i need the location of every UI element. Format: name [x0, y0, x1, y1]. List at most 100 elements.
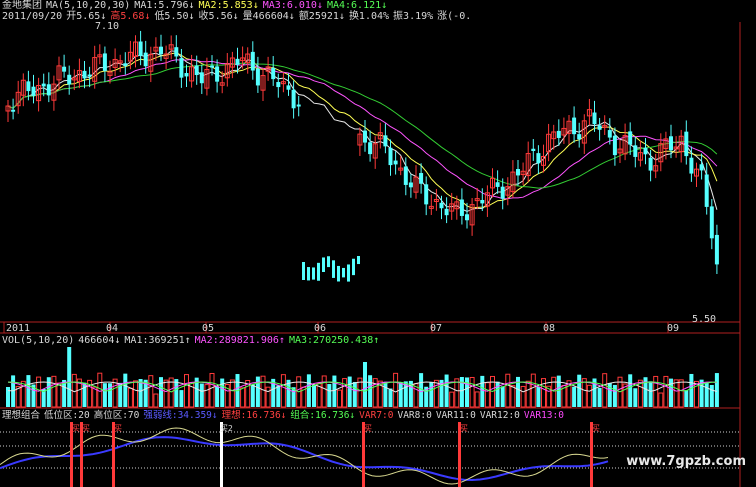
volume-bar-up: [653, 375, 659, 408]
volume-bar-up: [133, 380, 138, 408]
candle-body-down: [199, 72, 204, 84]
volume-bar-down: [398, 382, 403, 407]
volume-bar-down: [220, 378, 225, 407]
candle-body-down: [628, 131, 633, 145]
candle-body-down: [607, 130, 612, 138]
candle-body-down: [210, 65, 214, 68]
volume-bar-down: [689, 373, 694, 407]
volume-bar-down: [250, 384, 255, 407]
candle-body-down: [184, 73, 189, 77]
candle-body-down: [102, 53, 107, 71]
candle-body-down: [556, 130, 561, 138]
volume-bar-down: [26, 375, 31, 407]
candle-body-down: [516, 169, 520, 176]
candle-body-down: [419, 173, 424, 184]
volume-bar-up: [530, 373, 536, 408]
candle-body-down: [709, 206, 714, 239]
volume-bar-up: [469, 376, 475, 408]
candle-body-down: [159, 46, 163, 55]
candle-body-down: [337, 265, 340, 282]
candle-body-down: [82, 70, 87, 79]
candle-body-down: [347, 264, 350, 282]
axis-label-06: 06: [314, 323, 327, 334]
candle-body-down: [271, 67, 276, 80]
volume-bar-down: [255, 376, 260, 407]
quote-low: 低5.50↓: [154, 11, 195, 22]
candle-body-down: [357, 256, 360, 265]
quote-line: 2011/09/20 开5.65↓ 高5.68↓ 低5.50↓ 收5.56↓ 量46660…: [2, 11, 475, 23]
volume-bar-up: [342, 378, 348, 408]
volume-bar-up: [184, 374, 189, 408]
volume-bar-up: [265, 386, 271, 408]
candle-body-down: [699, 164, 704, 171]
ma4-value: MA4:6.121↓: [326, 0, 388, 11]
volume-bar-down: [306, 374, 311, 407]
candle-body-down: [704, 174, 709, 207]
buy-marker: 买: [460, 424, 468, 433]
stock-name: 金地集团: [2, 0, 42, 11]
candle-body-down: [307, 267, 310, 281]
volume-bar-down: [429, 382, 434, 407]
volume-bar-up: [153, 393, 159, 408]
candle-body-down: [302, 262, 305, 280]
volume-bar-up: [209, 372, 215, 408]
candle-body-down: [332, 260, 335, 278]
candle-body-down: [459, 199, 464, 216]
volume-bar-down: [388, 388, 393, 407]
volume-bar-down: [500, 386, 505, 407]
volume-bar-up: [280, 374, 286, 408]
volume-bar-up: [163, 379, 169, 408]
volume-bar-down: [628, 374, 633, 407]
volume-bar-down: [572, 386, 577, 407]
volume-bar-down: [633, 388, 638, 407]
var12-value: VAR12:0: [479, 410, 520, 421]
volume-bar-up: [148, 375, 154, 408]
candle-body-down: [235, 58, 240, 65]
buy-marker: 买: [592, 424, 600, 433]
volume-bar-up: [658, 392, 664, 408]
high-zone: 高位区:70: [93, 410, 140, 421]
volume-bar-down: [684, 390, 689, 407]
volume-bar-down: [327, 384, 332, 407]
vol-ma3: MA3:270250.438↑: [288, 335, 380, 346]
ideal-value: 理想:16.736↓: [221, 410, 287, 421]
volume-bar-up: [229, 379, 235, 408]
quote-change: 涨(-0.: [437, 11, 472, 22]
volume-bar-down: [159, 377, 163, 407]
axis-label-07: 07: [430, 323, 443, 334]
ideal-line: [0, 427, 609, 485]
volume-bar-up: [260, 375, 266, 408]
volume-header: VOL(5,10,20) 466604↓ MA1:369251↑ MA2:289821…: [2, 335, 383, 347]
ma1-value: MA1:5.796↓: [134, 0, 195, 11]
candle-body-down: [255, 68, 260, 86]
candle-body-down: [363, 130, 367, 143]
candle-body-down: [403, 166, 408, 185]
volume-bar-down: [352, 381, 357, 407]
low-price-label: 5.50: [692, 314, 717, 325]
volume-bar-down: [276, 385, 281, 407]
volume-bar-down: [179, 390, 184, 407]
volume-bar-down: [648, 381, 653, 407]
volume-bar-up: [204, 384, 210, 408]
volume-bar-down: [363, 362, 367, 407]
candle-body-down: [408, 182, 413, 188]
vol-ma2: MA2:289821.906↑: [194, 335, 285, 346]
candle-body-down: [383, 135, 388, 147]
volume-bars: [6, 347, 719, 408]
axis-label-05: 05: [202, 323, 215, 334]
volume-bar-up: [127, 387, 133, 408]
volume-bar-down: [704, 382, 709, 407]
volume-bar-down: [82, 382, 87, 407]
candle-body-down: [87, 74, 92, 77]
candle-body-down: [669, 136, 673, 151]
low-zone: 低位区:20: [44, 410, 90, 421]
buy-marker: 买: [82, 424, 90, 433]
quote-close: 收5.56↓: [198, 11, 239, 22]
quote-amount: 额25921↓: [298, 11, 345, 22]
volume-bar-down: [332, 375, 337, 407]
buy-marker: 买: [114, 424, 122, 433]
buy-marker: 买: [364, 424, 372, 433]
candlesticks: [5, 30, 719, 282]
volume-bar-up: [520, 385, 526, 408]
candle-body-down: [439, 202, 444, 209]
